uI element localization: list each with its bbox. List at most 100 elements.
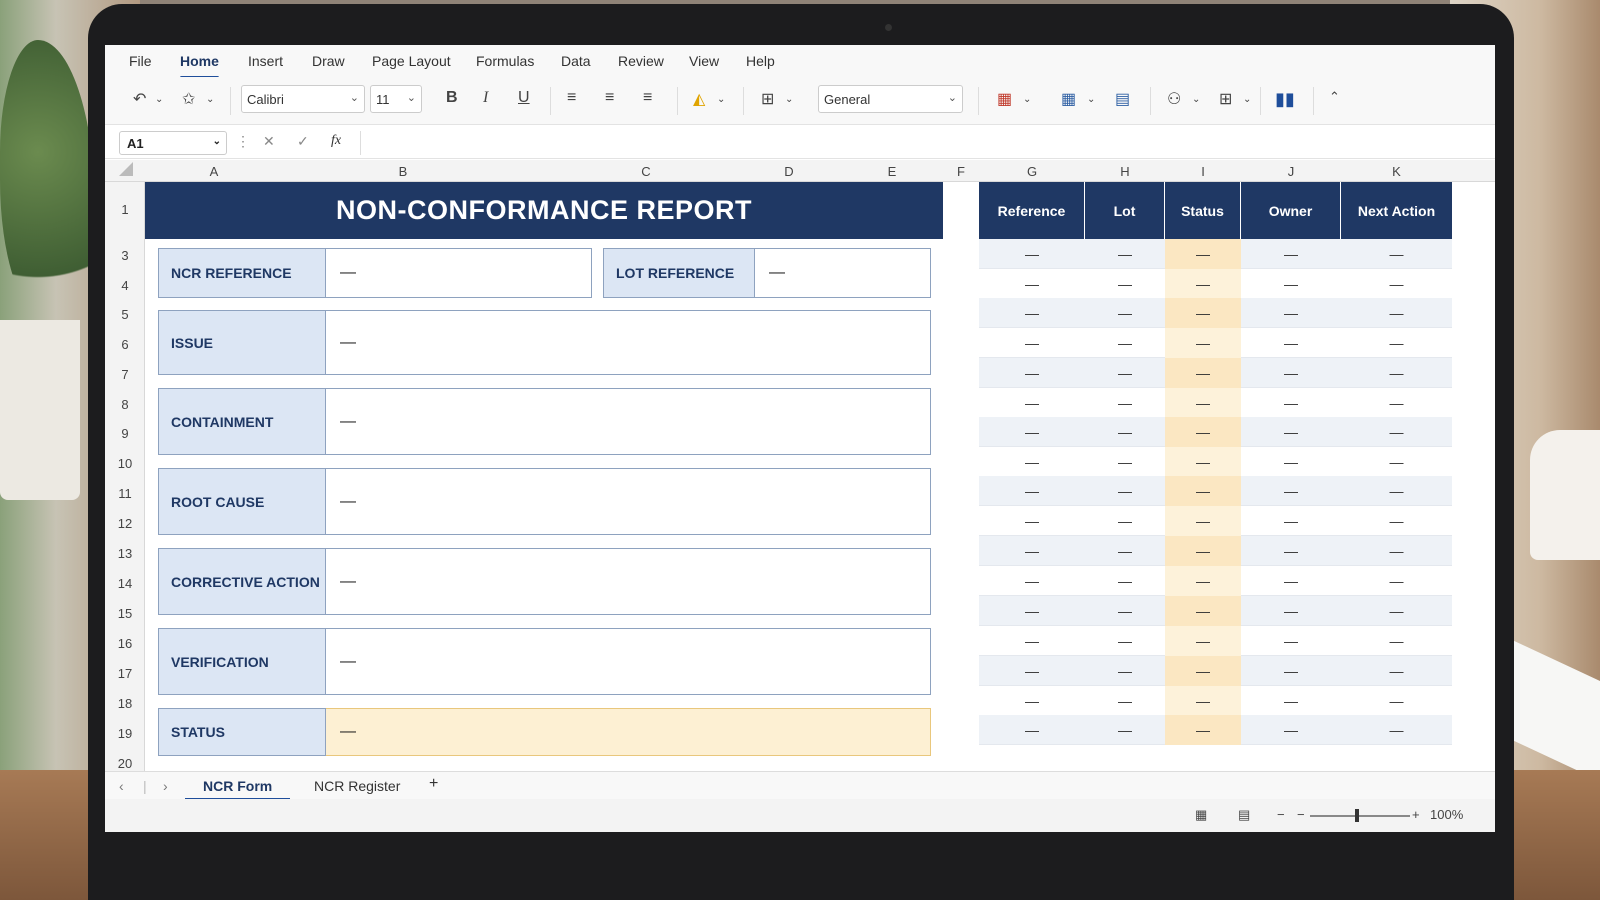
number-format-select[interactable]: General ⌄ — [818, 85, 963, 113]
column-a[interactable]: A — [145, 164, 283, 179]
cell-reference[interactable]: — — [979, 269, 1085, 299]
cell-status[interactable]: — — [1165, 566, 1241, 596]
cell-lot[interactable]: — — [1085, 686, 1165, 716]
cell-next-action[interactable]: — — [1341, 388, 1452, 418]
cell-lot[interactable]: — — [1085, 417, 1165, 447]
cell-status[interactable]: — — [1165, 506, 1241, 536]
cell-reference[interactable]: — — [979, 686, 1085, 716]
cell-owner[interactable]: — — [1241, 596, 1341, 626]
cell-owner[interactable]: — — [1241, 388, 1341, 418]
column-h[interactable]: H — [1085, 164, 1165, 179]
column-f[interactable]: F — [943, 164, 979, 179]
menu-page-layout[interactable]: Page Layout — [372, 53, 451, 69]
tab-ncr-form[interactable]: NCR Form — [184, 778, 291, 801]
status-field[interactable]: — — [326, 708, 931, 756]
ncr-reference-label[interactable]: NCR REFERENCE — [158, 248, 326, 298]
zoom-minus-icon[interactable]: − — [1297, 807, 1305, 822]
row-header[interactable]: 7 — [105, 367, 145, 382]
cell-reference[interactable]: — — [979, 626, 1085, 656]
row-header[interactable]: 3 — [105, 248, 145, 263]
cell-status[interactable]: — — [1165, 715, 1241, 745]
header-lot[interactable]: Lot — [1085, 182, 1165, 239]
lot-reference-label[interactable]: LOT REFERENCE — [603, 248, 755, 298]
undo-dropdown-icon[interactable]: ⌄ — [155, 94, 163, 105]
borders-dropdown-icon[interactable]: ⌄ — [1243, 94, 1251, 105]
header-reference[interactable]: Reference — [979, 182, 1085, 239]
cell-reference[interactable]: — — [979, 358, 1085, 388]
zoom-slider[interactable] — [1310, 815, 1410, 817]
cell-next-action[interactable]: — — [1341, 239, 1452, 269]
page-layout-view-icon[interactable]: ▤ — [1238, 807, 1250, 823]
row-header[interactable]: 11 — [105, 486, 145, 501]
column-b[interactable]: B — [283, 164, 523, 179]
analyze-data-icon[interactable]: ▮▮ — [1275, 89, 1295, 110]
undo-icon[interactable]: ↶ — [133, 89, 146, 109]
cell-status[interactable]: — — [1165, 536, 1241, 566]
collapse-ribbon-icon[interactable]: ⌃ — [1329, 89, 1340, 105]
paste-dropdown-icon[interactable]: ⌄ — [206, 94, 214, 105]
row-header[interactable]: 19 — [105, 726, 145, 741]
tab-ncr-register[interactable]: NCR Register — [314, 778, 400, 794]
cell-reference[interactable]: — — [979, 506, 1085, 536]
formula-input[interactable] — [360, 131, 1485, 155]
cell-lot[interactable]: — — [1085, 298, 1165, 328]
cell-lot[interactable]: — — [1085, 328, 1165, 358]
cell-lot[interactable]: — — [1085, 715, 1165, 745]
row-header[interactable]: 9 — [105, 426, 145, 441]
menu-help[interactable]: Help — [746, 53, 775, 69]
column-j[interactable]: J — [1241, 164, 1341, 179]
verification-label[interactable]: VERIFICATION — [158, 628, 326, 695]
cell-next-action[interactable]: — — [1341, 566, 1452, 596]
cell-owner[interactable]: — — [1241, 328, 1341, 358]
row-header[interactable]: 8 — [105, 397, 145, 412]
row-header[interactable]: 6 — [105, 337, 145, 352]
menu-review[interactable]: Review — [618, 53, 664, 69]
cell-next-action[interactable]: — — [1341, 328, 1452, 358]
ncr-reference-field[interactable]: — — [326, 248, 592, 298]
column-e[interactable]: E — [872, 164, 912, 179]
cell-status[interactable]: — — [1165, 656, 1241, 686]
cell-owner[interactable]: — — [1241, 715, 1341, 745]
cell-owner[interactable]: — — [1241, 686, 1341, 716]
cell-lot[interactable]: — — [1085, 656, 1165, 686]
row-header[interactable]: 13 — [105, 546, 145, 561]
cell-styles-icon[interactable]: ▤ — [1115, 89, 1130, 109]
row-header[interactable]: 4 — [105, 278, 145, 293]
cell-reference[interactable]: — — [979, 417, 1085, 447]
cell-reference[interactable]: — — [979, 715, 1085, 745]
cell-next-action[interactable]: — — [1341, 656, 1452, 686]
cell-lot[interactable]: — — [1085, 566, 1165, 596]
conditional-format-icon[interactable]: ▦ — [997, 89, 1012, 109]
format-table-icon[interactable]: ▦ — [1061, 89, 1076, 109]
zoom-out-icon[interactable]: − — [1277, 807, 1285, 822]
function-icon[interactable]: fx — [331, 133, 341, 149]
cell-next-action[interactable]: — — [1341, 269, 1452, 299]
cell-reference[interactable]: — — [979, 596, 1085, 626]
row-header[interactable]: 5 — [105, 307, 145, 322]
row-header[interactable]: 20 — [105, 756, 145, 771]
find-dropdown-icon[interactable]: ⌄ — [1192, 94, 1200, 105]
cell-next-action[interactable]: — — [1341, 596, 1452, 626]
cell-next-action[interactable]: — — [1341, 536, 1452, 566]
select-all-corner[interactable] — [119, 162, 133, 176]
containment-field[interactable]: — — [326, 388, 931, 455]
cell-next-action[interactable]: — — [1341, 358, 1452, 388]
font-family-select[interactable]: Calibri ⌄ — [241, 85, 365, 113]
cell-status[interactable]: — — [1165, 626, 1241, 656]
cell-next-action[interactable]: — — [1341, 506, 1452, 536]
bold-button[interactable]: B — [446, 89, 458, 107]
cell-reference[interactable]: — — [979, 239, 1085, 269]
zoom-slider-handle[interactable] — [1355, 809, 1359, 822]
cell-lot[interactable]: — — [1085, 239, 1165, 269]
cell-status[interactable]: — — [1165, 476, 1241, 506]
cell-next-action[interactable]: — — [1341, 476, 1452, 506]
cell-owner[interactable]: — — [1241, 417, 1341, 447]
cell-lot[interactable]: — — [1085, 626, 1165, 656]
cell-status[interactable]: — — [1165, 388, 1241, 418]
cell-owner[interactable]: — — [1241, 476, 1341, 506]
name-box[interactable]: A1 ⌄ — [119, 131, 227, 155]
zoom-level[interactable]: 100% — [1430, 807, 1463, 822]
row-header[interactable]: 16 — [105, 636, 145, 651]
cell-owner[interactable]: — — [1241, 447, 1341, 477]
cell-lot[interactable]: — — [1085, 269, 1165, 299]
